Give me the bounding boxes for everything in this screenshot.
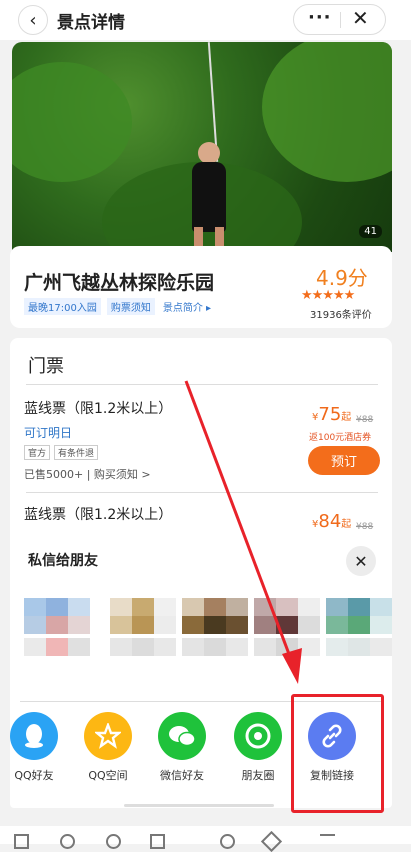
back-icon: ‹ — [29, 9, 37, 31]
share-label: 朋友圈 — [241, 769, 275, 782]
badge-official: 官方 — [24, 445, 51, 460]
book-button[interactable]: 预订 — [308, 446, 380, 475]
moments-icon — [234, 712, 282, 760]
original-price: ¥88 — [356, 522, 374, 532]
friend-avatar[interactable] — [182, 598, 248, 670]
share-close-button[interactable]: ✕ — [346, 546, 376, 576]
share-label: QQ好友 — [14, 769, 54, 782]
hotel-coupon: 返100元酒店券 — [309, 433, 372, 443]
friend-avatar[interactable] — [254, 598, 320, 670]
friend-avatar[interactable] — [326, 598, 392, 670]
ticket-price: ¥84起 — [312, 511, 352, 532]
share-wechat-friend[interactable]: 微信好友 — [152, 712, 212, 783]
person-body — [192, 162, 226, 232]
rating-score: 4.9分 — [316, 266, 368, 290]
toolbar-circle-icon[interactable] — [60, 834, 75, 849]
toolbar-circle-icon[interactable] — [106, 834, 121, 849]
toolbar-edit-icon[interactable] — [260, 830, 283, 852]
back-button[interactable]: ‹ — [18, 5, 48, 35]
toolbar-square-icon[interactable] — [14, 834, 29, 849]
foliage — [12, 62, 132, 182]
original-price: ¥88 — [356, 415, 374, 425]
share-label: QQ空间 — [88, 769, 128, 782]
toolbar-minus-icon[interactable] — [320, 834, 335, 849]
toolbar-square-icon[interactable] — [150, 834, 165, 849]
rating-stars: ★★★★★ — [301, 288, 355, 303]
review-count[interactable]: 31936条评价 — [310, 306, 372, 321]
price-value: 75 — [318, 404, 342, 425]
price-suffix: 起 — [341, 412, 352, 423]
ticket-badges: 官方 有条件退 — [24, 445, 99, 460]
ticket-name[interactable]: 蓝线票（限1.2米以上） — [24, 398, 172, 418]
page-title: 景点详情 — [57, 13, 125, 33]
mini-program-capsule: ··· ✕ — [293, 4, 386, 35]
bottom-toolbar — [0, 826, 411, 852]
share-qq-friend[interactable]: QQ好友 — [4, 712, 64, 783]
qzone-icon — [84, 712, 132, 760]
ticket-availability: 可订明日 — [24, 426, 73, 440]
toolbar-refresh-icon[interactable] — [220, 834, 235, 849]
price-value: 84 — [318, 511, 342, 532]
scroll-indicator — [124, 804, 274, 807]
wechat-icon — [158, 712, 206, 760]
attraction-name: 广州飞越丛林探险乐园 — [24, 272, 215, 294]
share-label: 微信好友 — [160, 769, 204, 782]
ticket-heading: 门票 — [28, 356, 64, 377]
friend-avatar[interactable] — [24, 598, 90, 670]
attraction-info-card: 广州飞越丛林探险乐园 最晚17:00入园 购票须知 景点简介 ▸ 4.9分 ★★… — [10, 246, 392, 328]
qq-icon — [10, 712, 58, 760]
close-icon[interactable]: ✕ — [352, 6, 369, 30]
photo-count-badge: 41 — [359, 225, 382, 238]
tag-entry-time: 最晚17:00入园 — [24, 298, 101, 315]
ticket-sold-count[interactable]: 已售5000+ | 购买须知 > — [24, 466, 151, 482]
share-qzone[interactable]: QQ空间 — [78, 712, 138, 783]
badge-refund: 有条件退 — [54, 445, 99, 460]
foliage — [262, 42, 392, 182]
person-head — [198, 142, 220, 164]
close-icon: ✕ — [354, 551, 368, 571]
divider — [26, 492, 378, 493]
price-suffix: 起 — [341, 519, 352, 530]
friend-avatar[interactable] — [110, 598, 176, 670]
hero-photo[interactable]: 41 — [12, 42, 392, 252]
annotation-highlight-box — [291, 694, 384, 813]
intro-link[interactable]: 景点简介 ▸ — [161, 298, 213, 315]
more-icon[interactable]: ··· — [308, 7, 332, 28]
top-bar: ‹ 景点详情 ··· ✕ — [0, 0, 411, 40]
attraction-tags: 最晚17:00入园 购票须知 景点简介 ▸ — [24, 298, 213, 315]
ticket-price: ¥75起 — [312, 404, 352, 425]
tag-purchase-notice[interactable]: 购票须知 — [106, 298, 155, 315]
share-sheet-title: 私信给朋友 — [28, 553, 98, 569]
capsule-divider — [340, 12, 341, 28]
ticket-name[interactable]: 蓝线票（限1.2米以上） — [24, 504, 172, 524]
divider — [26, 384, 378, 385]
share-moments[interactable]: 朋友圈 — [228, 712, 288, 783]
